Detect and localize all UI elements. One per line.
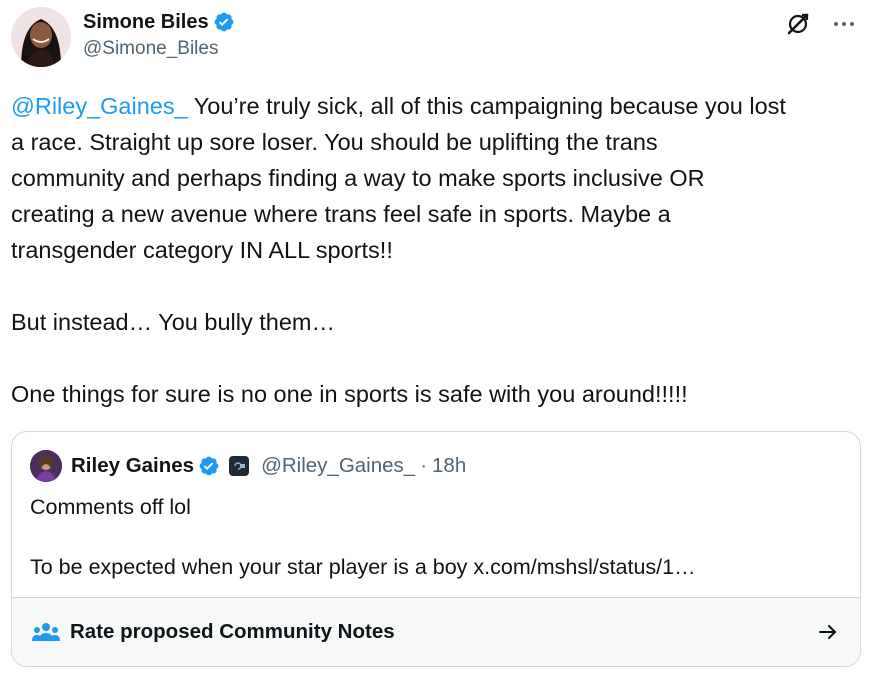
tweet-line: You’re truly sick, all of this campaigni…	[187, 93, 786, 119]
tweet-paragraph: One things for sure is no one in sports …	[11, 381, 688, 407]
people-icon	[32, 621, 60, 643]
tweet-line: transgender category IN ALL sports!!	[11, 237, 393, 263]
author-avatar[interactable]	[11, 7, 71, 67]
verified-badge-icon	[213, 11, 235, 33]
author-name[interactable]: Simone Biles	[83, 11, 209, 34]
arrow-right-icon[interactable]	[816, 620, 840, 644]
quoted-author-handle[interactable]: @Riley_Gaines_	[261, 454, 415, 478]
quoted-tweet[interactable]: Riley Gaines @Riley_Gaines_ · 18h Commen…	[11, 431, 861, 667]
tweet-actions-top	[784, 10, 858, 38]
affiliate-badge-icon[interactable]	[229, 456, 250, 476]
quoted-timestamp[interactable]: 18h	[432, 454, 466, 478]
verified-badge-icon	[198, 455, 220, 477]
quoted-author-avatar[interactable]	[30, 450, 62, 482]
tweet-line: creating a new avenue where trans feel s…	[11, 201, 671, 227]
tweet-line: a race. Straight up sore loser. You shou…	[11, 129, 658, 155]
tweet-text: @Riley_Gaines_ You’re truly sick, all of…	[11, 88, 861, 412]
author-block: Simone Biles @Simone_Biles	[83, 8, 235, 60]
author-handle[interactable]: @Simone_Biles	[83, 38, 235, 60]
community-notes-button[interactable]: Rate proposed Community Notes	[12, 597, 860, 666]
grok-icon[interactable]	[784, 10, 812, 38]
tweet-paragraph: But instead… You bully them…	[11, 309, 335, 335]
more-icon[interactable]	[830, 10, 858, 38]
community-notes-label: Rate proposed Community Notes	[70, 620, 395, 643]
quoted-tweet-text: Comments off lol To be expected when you…	[30, 492, 840, 582]
mention-link[interactable]: @Riley_Gaines_	[11, 93, 188, 119]
quoted-author-name[interactable]: Riley Gaines	[71, 454, 194, 478]
tweet-line: community and perhaps finding a way to m…	[11, 165, 705, 191]
separator-dot: ·	[420, 454, 428, 477]
quoted-line: Comments off lol	[30, 495, 191, 519]
quoted-tweet-header: Riley Gaines @Riley_Gaines_ · 18h	[30, 450, 466, 482]
quoted-line: To be expected when your star player is …	[30, 555, 696, 579]
